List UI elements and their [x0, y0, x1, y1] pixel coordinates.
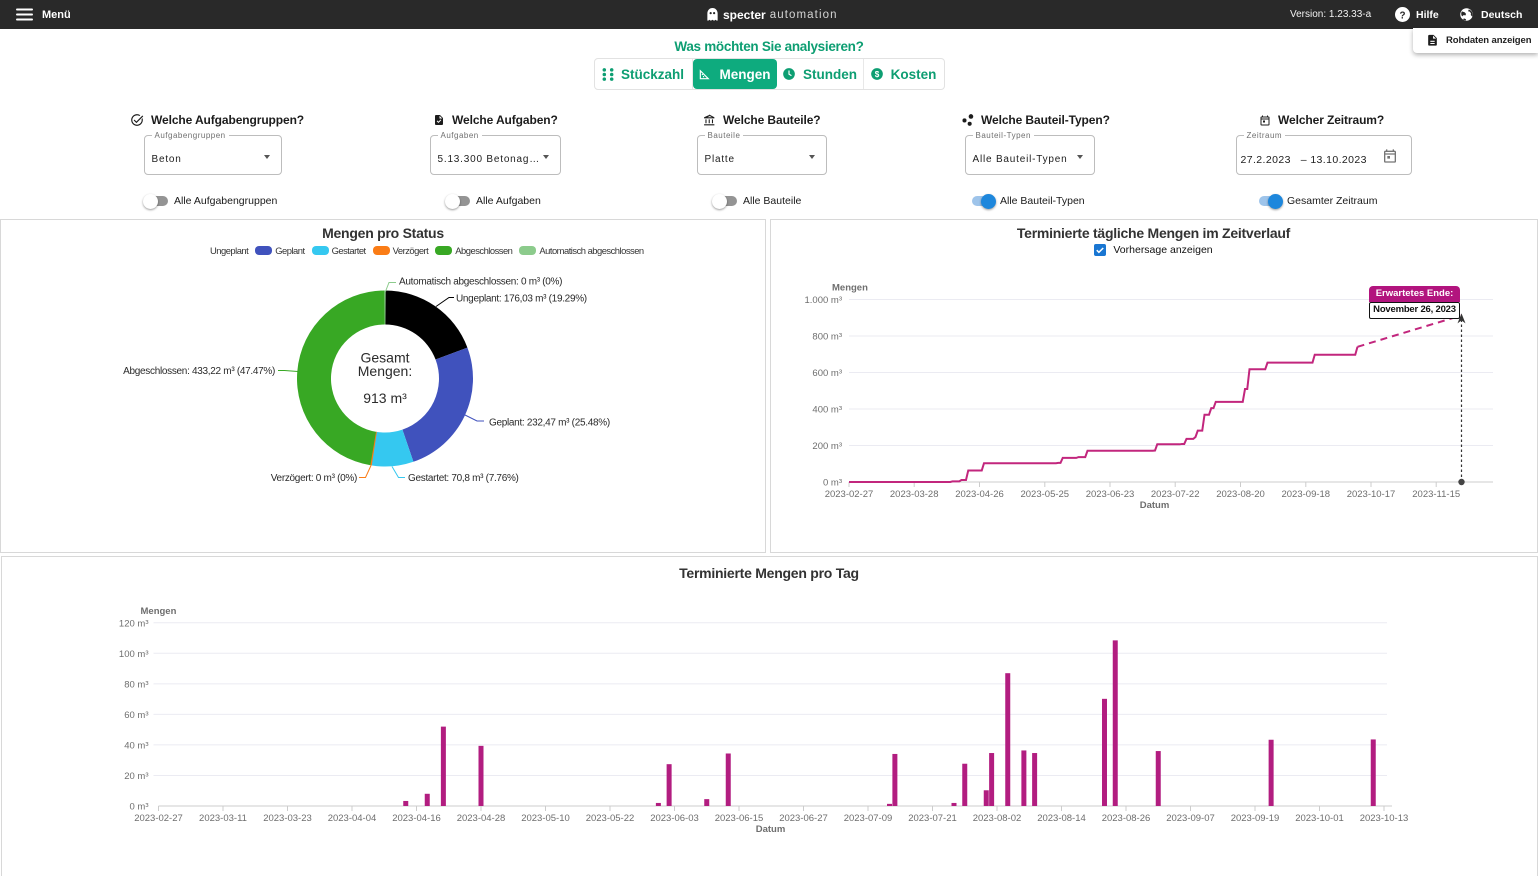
svg-text:2023-08-14: 2023-08-14 — [1037, 813, 1086, 824]
svg-text:2023-08-02: 2023-08-02 — [972, 813, 1021, 824]
svg-text:2023-11-15: 2023-11-15 — [1412, 489, 1460, 500]
svg-text:80 m³: 80 m³ — [124, 679, 148, 690]
svg-text:2023-02-27: 2023-02-27 — [134, 813, 183, 824]
svg-text:2023-09-18: 2023-09-18 — [1281, 489, 1330, 500]
svg-text:2023-09-19: 2023-09-19 — [1230, 813, 1279, 824]
svg-text:2023-06-03: 2023-06-03 — [650, 813, 699, 824]
svg-text:2023-10-17: 2023-10-17 — [1346, 489, 1395, 500]
svg-text:20 m³: 20 m³ — [124, 771, 148, 782]
svg-text:2023-03-28: 2023-03-28 — [889, 489, 938, 500]
svg-text:2023-04-16: 2023-04-16 — [392, 813, 441, 824]
svg-text:Gestartet: 70,8 m³ (7.76%): Gestartet: 70,8 m³ (7.76%) — [408, 473, 519, 484]
svg-text:Verzögert: 0 m³ (0%): Verzögert: 0 m³ (0%) — [271, 473, 357, 484]
svg-text:Abgeschlossen: 433,22 m³ (47.4: Abgeschlossen: 433,22 m³ (47.47%) — [123, 366, 275, 377]
svg-text:600 m³: 600 m³ — [812, 368, 842, 379]
svg-text:2023-07-22: 2023-07-22 — [1150, 489, 1199, 500]
svg-text:1.000 m³: 1.000 m³ — [804, 295, 842, 306]
svg-text:100 m³: 100 m³ — [118, 649, 148, 660]
svg-text:2023-08-26: 2023-08-26 — [1101, 813, 1150, 824]
svg-text:2023-04-04: 2023-04-04 — [327, 813, 376, 824]
svg-text:2023-04-28: 2023-04-28 — [456, 813, 505, 824]
svg-text:2023-02-27: 2023-02-27 — [824, 489, 873, 500]
svg-text:40 m³: 40 m³ — [124, 740, 148, 751]
svg-text:200 m³: 200 m³ — [812, 441, 842, 452]
svg-text:?: ? — [1399, 10, 1405, 21]
svg-text:0 m³: 0 m³ — [823, 477, 842, 488]
svg-text:2023-06-23: 2023-06-23 — [1085, 489, 1134, 500]
svg-text:2023-07-21: 2023-07-21 — [908, 813, 957, 824]
svg-text:Mengen: Mengen — [832, 282, 868, 293]
svg-text:2023-03-11: 2023-03-11 — [199, 813, 247, 824]
svg-text:120 m³: 120 m³ — [118, 618, 148, 629]
svg-text:2023-09-07: 2023-09-07 — [1166, 813, 1215, 824]
svg-text:2023-07-09: 2023-07-09 — [843, 813, 892, 824]
svg-text:Mengen: Mengen — [140, 606, 176, 617]
svg-text:Automatisch abgeschlossen: 0 m: Automatisch abgeschlossen: 0 m³ (0%) — [399, 276, 562, 287]
svg-text:800 m³: 800 m³ — [812, 331, 842, 342]
svg-text:Datum: Datum — [755, 824, 785, 835]
svg-text:2023-10-13: 2023-10-13 — [1359, 813, 1408, 824]
svg-text:2023-05-25: 2023-05-25 — [1020, 489, 1069, 500]
svg-text:0 m³: 0 m³ — [129, 802, 148, 813]
svg-text:60 m³: 60 m³ — [124, 710, 148, 721]
svg-text:$: $ — [874, 70, 879, 79]
svg-text:2023-06-15: 2023-06-15 — [714, 813, 763, 824]
svg-text:2023-05-22: 2023-05-22 — [585, 813, 634, 824]
svg-text:2023-08-20: 2023-08-20 — [1216, 489, 1265, 500]
svg-text:2023-10-01: 2023-10-01 — [1295, 813, 1344, 824]
svg-text:Ungeplant: 176,03 m³ (19.29%): Ungeplant: 176,03 m³ (19.29%) — [456, 293, 587, 304]
svg-text:2023-05-10: 2023-05-10 — [521, 813, 570, 824]
svg-text:Geplant: 232,47 m³ (25.48%): Geplant: 232,47 m³ (25.48%) — [489, 417, 610, 428]
svg-text:400 m³: 400 m³ — [812, 404, 842, 415]
svg-text:2023-03-23: 2023-03-23 — [263, 813, 312, 824]
svg-text:2023-04-26: 2023-04-26 — [955, 489, 1004, 500]
svg-text:913 m³: 913 m³ — [363, 390, 407, 406]
svg-text:Mengen:: Mengen: — [358, 363, 412, 379]
svg-text:Datum: Datum — [1139, 500, 1169, 511]
svg-text:2023-06-27: 2023-06-27 — [779, 813, 828, 824]
